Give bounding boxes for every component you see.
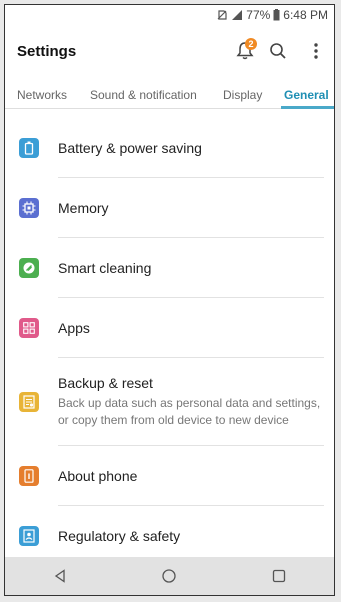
tab-networks[interactable]: Networks bbox=[17, 88, 67, 102]
list-item-about-phone[interactable]: About phone bbox=[5, 446, 334, 506]
tab-sound-notification[interactable]: Sound & notification bbox=[90, 88, 197, 102]
search-button[interactable] bbox=[264, 36, 292, 66]
search-icon bbox=[270, 43, 286, 59]
smart-cleaning-icon bbox=[19, 258, 39, 278]
memory-chip-icon bbox=[19, 198, 39, 218]
list-item-backup-reset[interactable]: Backup & reset Back up data such as pers… bbox=[5, 358, 334, 446]
item-subtitle: Back up data such as personal data and s… bbox=[58, 396, 321, 427]
back-triangle-icon bbox=[54, 569, 65, 583]
home-circle-icon bbox=[162, 569, 177, 583]
item-title: Apps bbox=[58, 320, 90, 336]
list-item-memory[interactable]: Memory bbox=[5, 178, 334, 238]
more-options-button[interactable] bbox=[302, 36, 330, 66]
battery-percent: 77% bbox=[246, 8, 271, 22]
item-title: Backup & reset bbox=[58, 375, 153, 391]
item-title: About phone bbox=[58, 468, 138, 484]
battery-status-icon bbox=[273, 9, 280, 21]
app-header: Settings 2 bbox=[5, 31, 334, 77]
battery-icon bbox=[19, 138, 39, 158]
clock: 6:48 PM bbox=[283, 8, 328, 22]
item-title: Battery & power saving bbox=[58, 140, 202, 156]
recents-square-icon bbox=[272, 569, 286, 583]
active-tab-indicator bbox=[281, 106, 334, 109]
tab-bar: Networks Sound & notification Display Ge… bbox=[5, 79, 334, 109]
navigation-bar bbox=[5, 557, 334, 595]
recents-button[interactable] bbox=[259, 561, 299, 591]
phone-screen: 77% 6:48 PM Settings 2 Networks Sound & … bbox=[4, 4, 335, 596]
apps-grid-icon bbox=[19, 318, 39, 338]
list-item-smart-cleaning[interactable]: Smart cleaning bbox=[5, 238, 334, 298]
more-vertical-icon bbox=[314, 43, 318, 59]
item-title: Smart cleaning bbox=[58, 260, 152, 276]
list-item-apps[interactable]: Apps bbox=[5, 298, 334, 358]
item-title: Memory bbox=[58, 200, 109, 216]
tab-display[interactable]: Display bbox=[223, 88, 262, 102]
tab-general[interactable]: General bbox=[284, 88, 329, 102]
notification-badge: 2 bbox=[245, 38, 257, 50]
status-indicators: 77% 6:48 PM bbox=[216, 8, 328, 22]
regulatory-icon bbox=[19, 526, 39, 546]
no-sim-icon bbox=[217, 10, 227, 20]
page-title: Settings bbox=[17, 43, 77, 60]
list-item-battery[interactable]: Battery & power saving bbox=[5, 118, 334, 178]
notification-button[interactable]: 2 bbox=[231, 36, 259, 66]
back-button[interactable] bbox=[40, 561, 80, 591]
home-button[interactable] bbox=[149, 561, 189, 591]
about-phone-icon bbox=[19, 466, 39, 486]
item-title: Regulatory & safety bbox=[58, 528, 181, 544]
settings-list: Battery & power saving Memory Smart clea… bbox=[5, 118, 334, 566]
backup-icon bbox=[19, 392, 39, 412]
status-bar: 77% 6:48 PM bbox=[5, 5, 334, 27]
signal-icon bbox=[232, 10, 243, 20]
